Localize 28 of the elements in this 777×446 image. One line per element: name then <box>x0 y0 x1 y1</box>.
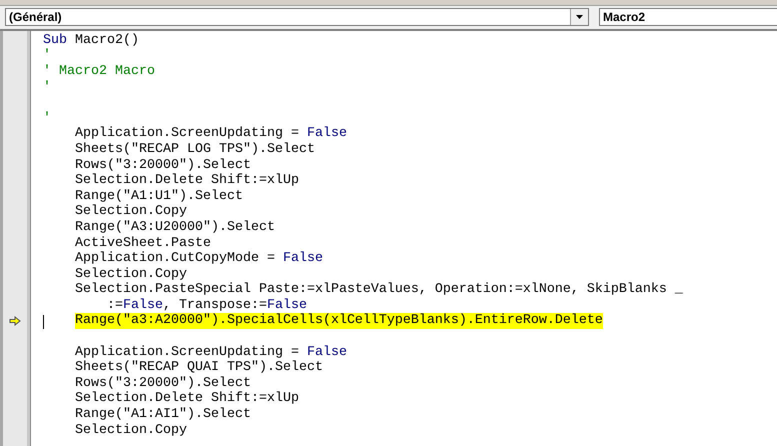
code-line: ' <box>43 80 51 96</box>
code-line: :=False, Transpose:=False <box>107 298 307 313</box>
code-line: ' <box>43 110 51 127</box>
code-line: ActiveSheet.Paste <box>75 236 211 251</box>
code-line: Selection.Copy <box>75 266 187 282</box>
code-line: Application.ScreenUpdating = False <box>75 126 347 142</box>
code-line: Range("A1:U1").Select <box>75 188 243 204</box>
code-line: Sheets("RECAP QUAI TPS").Select <box>75 360 323 376</box>
code-line: Application.ScreenUpdating = False <box>75 344 347 360</box>
dropdown-value: (Général) <box>8 10 63 24</box>
code-line: Range("A3:U20000").Select <box>75 220 275 236</box>
code-line: Rows("3:20000").Select <box>75 376 251 391</box>
code-line: Selection.Copy <box>75 422 187 439</box>
code-line: Application.CutCopyMode = False <box>75 251 323 267</box>
code-line: ' Macro2 Macro <box>43 64 155 80</box>
code-line: Rows("3:20000").Select <box>75 158 251 173</box>
code-line: ' <box>43 48 51 64</box>
code-line: Selection.PasteSpecial Paste:=xlPasteValues, Operation:=xlNone, SkipBlanks _ <box>75 282 683 298</box>
code-line: Selection.Delete Shift:=xlUp <box>75 391 299 407</box>
code-line: Selection.Copy <box>75 204 187 220</box>
dropdown-caret-icon[interactable] <box>570 9 588 25</box>
object-dropdown[interactable]: (Général) <box>5 8 589 26</box>
procedure-dropdown[interactable]: Macro2 <box>599 8 777 26</box>
dropdown-value: Macro2 <box>602 10 646 24</box>
code-line: Sheets("RECAP LOG TPS").Select <box>75 142 315 158</box>
code-line: Selection.Delete Shift:=xlUp <box>75 173 299 189</box>
code-line: Range("A1:AI1").Select <box>75 407 251 423</box>
code-line: Sub Macro2() <box>43 32 139 48</box>
